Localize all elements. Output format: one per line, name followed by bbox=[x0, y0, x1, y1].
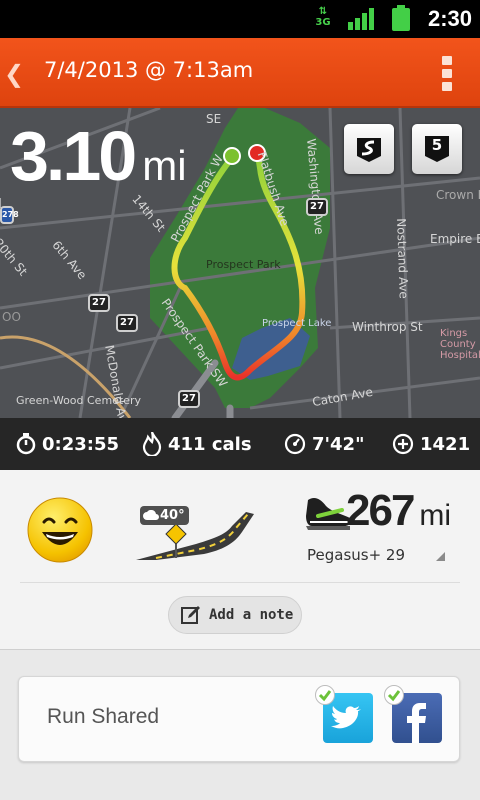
map-label-poi: Kings County Hospital bbox=[440, 328, 480, 361]
shoe-name[interactable]: Pegasus+ 29 bbox=[307, 546, 405, 564]
map-label-street: OO bbox=[2, 310, 21, 324]
flame-icon bbox=[142, 432, 162, 456]
milestones-number: 5 bbox=[431, 136, 443, 154]
shoe-miles-unit: mi bbox=[419, 499, 452, 532]
share-status-label: Run Shared bbox=[47, 705, 160, 728]
divider bbox=[20, 582, 460, 583]
run-distance: 3.10 mi bbox=[10, 116, 187, 196]
distance-value: 3.10 bbox=[10, 117, 137, 195]
share-card: Run Shared bbox=[18, 676, 460, 762]
status-bar: ⇅ 3G 2:30 bbox=[0, 0, 480, 38]
route-shield: 27 bbox=[88, 294, 110, 312]
map-label-street: Winthrop St bbox=[352, 320, 423, 334]
plus-circle-icon bbox=[392, 433, 414, 455]
run-date-title: 7/4/2013 @ 7:13am bbox=[44, 58, 254, 82]
twitter-share-button[interactable] bbox=[315, 685, 373, 743]
clock: 2:30 bbox=[427, 6, 472, 31]
route-shield: 27 bbox=[178, 390, 200, 408]
pace-value: 7'42" bbox=[312, 433, 365, 455]
checkmark-icon bbox=[315, 685, 335, 705]
stat-calories: 411 cals bbox=[142, 418, 252, 470]
edit-icon bbox=[181, 606, 200, 624]
route-shield: 27 bbox=[306, 198, 328, 216]
route-shield: 27 bbox=[116, 314, 138, 332]
duration-value: 0:23:55 bbox=[42, 433, 120, 455]
add-note-button[interactable]: Add a note bbox=[168, 596, 302, 634]
add-note-label: Add a note bbox=[209, 607, 294, 623]
facebook-share-button[interactable] bbox=[384, 685, 442, 743]
map-label-street: Empire Blvd bbox=[430, 232, 480, 246]
battery-icon bbox=[392, 5, 410, 31]
stopwatch-icon bbox=[16, 433, 36, 455]
stat-pace: 7'42" bbox=[284, 418, 364, 470]
happy-face-icon[interactable] bbox=[26, 496, 94, 564]
speedometer-icon bbox=[284, 433, 306, 455]
run-detail-screen: ⇅ 3G 2:30 ❮ 7/4/2013 @ 7:13am 3.10 mi 5 … bbox=[0, 0, 480, 800]
distance-unit: mi bbox=[142, 142, 187, 189]
cloud-icon bbox=[143, 510, 159, 520]
stat-fuel: 1421 bbox=[392, 418, 470, 470]
calories-value: 411 cals bbox=[168, 433, 252, 455]
map-label-area: Crown Heights bbox=[436, 188, 480, 202]
route-icon bbox=[357, 138, 381, 162]
shoe-mileage: 267 mi bbox=[346, 486, 451, 536]
map-label-street: Nostrand Ave bbox=[394, 218, 411, 300]
stats-bar: 0:23:55 411 cals 7'42" 1421 bbox=[0, 418, 480, 470]
route-view-button[interactable] bbox=[344, 124, 394, 174]
signal-icon bbox=[348, 8, 374, 30]
checkmark-icon bbox=[384, 685, 404, 705]
route-map[interactable]: 3.10 mi 5 Prospect Park Prospect Lake SE … bbox=[0, 108, 480, 418]
weather-badge: 40° bbox=[140, 506, 189, 525]
app-header: ❮ 7/4/2013 @ 7:13am bbox=[0, 38, 480, 108]
fuel-value: 1421 bbox=[420, 433, 471, 455]
map-label-street: SE bbox=[206, 112, 222, 126]
shoe-miles-value: 267 bbox=[346, 486, 415, 535]
temperature-value: 40° bbox=[160, 508, 185, 523]
network-type: 3G bbox=[315, 17, 331, 28]
milestones-button[interactable]: 5 bbox=[412, 124, 462, 174]
network-indicator: ⇅ 3G bbox=[314, 6, 332, 32]
highway-shield: 278 bbox=[0, 206, 19, 224]
stat-duration: 0:23:55 bbox=[16, 418, 119, 470]
network-arrows-icon: ⇅ bbox=[318, 6, 328, 17]
chevron-left-icon[interactable]: ❮ bbox=[4, 60, 24, 88]
overflow-menu-icon[interactable] bbox=[442, 56, 452, 92]
map-label-park: Prospect Park bbox=[206, 258, 281, 271]
run-details: 40° 267 mi Pegasus+ 29 Add a note bbox=[0, 470, 480, 650]
dropdown-corner-icon[interactable] bbox=[436, 552, 445, 561]
map-label-lake: Prospect Lake bbox=[262, 318, 332, 329]
